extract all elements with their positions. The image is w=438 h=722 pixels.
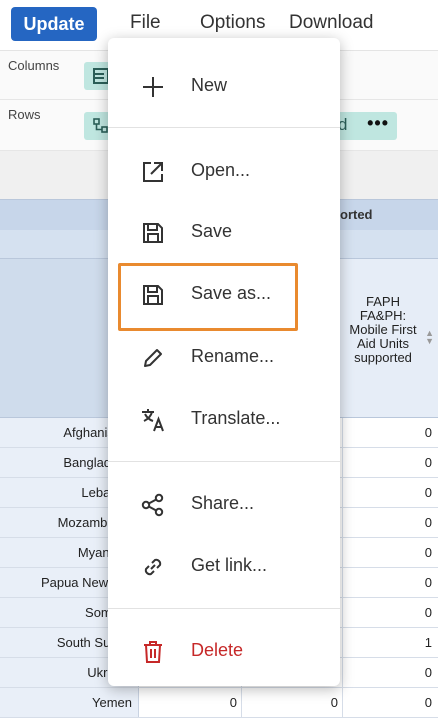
- cell: 0: [424, 545, 432, 560]
- columns-label: Columns: [8, 58, 60, 73]
- cell: 0: [424, 695, 432, 710]
- menu-item-save[interactable]: Save: [108, 206, 340, 258]
- more-options-icon[interactable]: •••: [367, 113, 389, 134]
- menu-divider: [108, 461, 340, 462]
- menu-item-label: New: [191, 75, 228, 95]
- cell: 0: [139, 688, 242, 717]
- update-button[interactable]: Update: [11, 7, 97, 41]
- options-menu[interactable]: Options: [200, 12, 265, 34]
- menu-item-label: Share...: [191, 493, 255, 513]
- cell: 1: [424, 635, 432, 650]
- link-icon: [144, 558, 162, 576]
- menu-item-label: Translate...: [191, 408, 281, 428]
- share-icon: [141, 493, 164, 517]
- menu-item-open[interactable]: Open...: [108, 145, 340, 197]
- cell: 0: [424, 515, 432, 530]
- menu-item-new[interactable]: New: [108, 60, 340, 112]
- menu-divider: [108, 608, 340, 609]
- row-name: Yemen: [0, 688, 139, 717]
- cell: 0: [424, 455, 432, 470]
- menu-item-rename[interactable]: Rename...: [108, 331, 340, 383]
- open-external-icon: [143, 162, 163, 182]
- column-header-faph[interactable]: FAPH FA&PH: Mobile First Aid Units suppo…: [343, 295, 423, 365]
- sort-icon[interactable]: ▲ ▼: [425, 329, 434, 346]
- rows-label: Rows: [8, 107, 41, 122]
- cell: 0: [424, 605, 432, 620]
- trash-icon: [144, 641, 162, 663]
- menu-item-label: Get link...: [191, 555, 268, 575]
- cell: 0: [242, 688, 343, 717]
- plus-icon: [143, 77, 163, 97]
- menu-item-delete[interactable]: Delete: [108, 625, 340, 677]
- translate-icon: [142, 409, 164, 432]
- table-row: Yemen 0 0 0: [0, 688, 438, 718]
- menu-item-translate[interactable]: Translate...: [108, 393, 340, 445]
- menu-item-label: Save: [191, 221, 233, 241]
- cell: 0: [424, 665, 432, 680]
- pencil-icon: [144, 349, 162, 367]
- cell: 0: [424, 485, 432, 500]
- cell: 0: [424, 425, 432, 440]
- menu-item-label: Rename...: [191, 346, 275, 366]
- menu-item-label: Delete: [191, 640, 244, 660]
- menu-divider: [108, 127, 340, 128]
- menu-item-share[interactable]: Share...: [108, 478, 340, 530]
- file-menu[interactable]: File: [130, 12, 161, 34]
- file-dropdown-menu: New Open... Save Save as... Rename... Tr…: [108, 38, 340, 686]
- menu-item-get-link[interactable]: Get link...: [108, 540, 340, 592]
- menu-item-label: Open...: [191, 160, 251, 180]
- save-as-highlight-box: [118, 263, 298, 331]
- download-menu[interactable]: Download: [289, 12, 374, 34]
- header-group-label: orted: [340, 207, 373, 222]
- cell: 0: [424, 575, 432, 590]
- save-icon: [143, 223, 163, 243]
